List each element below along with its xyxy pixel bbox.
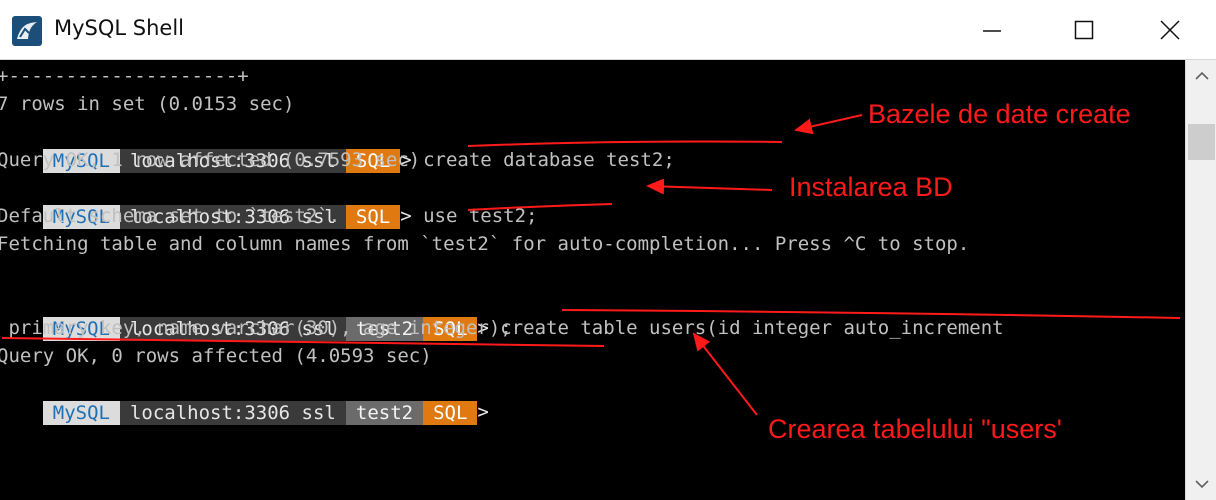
prompt-db-segment: test2 [345, 400, 424, 425]
console-line: Fetching table and column names from `te… [0, 233, 970, 255]
maximize-button[interactable] [1038, 0, 1130, 60]
command-text: create table users(id integer auto_incre… [488, 317, 1004, 339]
prompt-line: MySQL localhost:3306 ssl test2 SQL > create … [0, 286, 1004, 341]
console-line: Query OK, 0 rows affected (4.0593 sec) [0, 345, 432, 367]
prompt-arrow: > [477, 401, 489, 423]
console-line: +--------------------+ [0, 65, 249, 87]
mysql-shell-app-icon [12, 16, 42, 46]
command-text: create database test2; [411, 149, 675, 171]
close-icon [1160, 20, 1180, 40]
title-bar: MySQL Shell [0, 0, 1216, 60]
window-title: MySQL Shell [54, 16, 185, 40]
scroll-down-button[interactable] [1186, 468, 1216, 500]
command-text: use test2; [411, 205, 538, 227]
prompt-line: MySQL localhost:3306 ssl SQL > create datab… [0, 118, 675, 173]
annotation-table-created: Crearea tabelului "users' [768, 414, 1062, 444]
prompt-line: MySQL localhost:3306 ssl SQL > use test2; [0, 174, 538, 229]
annotation-db-created: Bazele de date create [868, 99, 1131, 129]
prompt-mysql-segment: MySQL [42, 400, 120, 425]
minimize-icon [983, 30, 1001, 32]
vertical-scrollbar[interactable] [1185, 60, 1216, 500]
maximize-icon [1074, 20, 1094, 40]
console-line: 7 rows in set (0.0153 sec) [0, 93, 295, 115]
prompt-sql-segment: SQL [345, 204, 401, 229]
prompt-line: MySQL localhost:3306 ssl test2 SQL > [0, 370, 489, 425]
scroll-thumb[interactable] [1188, 124, 1215, 160]
prompt-host-segment: localhost:3306 ssl [119, 400, 346, 425]
annotation-db-install: Instalarea BD [789, 172, 953, 202]
console-line: primary key, name varchar(30), age integ… [0, 317, 512, 339]
scroll-up-button[interactable] [1186, 60, 1216, 92]
chevron-down-icon [1194, 480, 1209, 489]
prompt-arrow: > [400, 205, 412, 227]
minimize-button[interactable] [946, 0, 1038, 60]
prompt-sql-segment: SQL [423, 400, 478, 425]
close-button[interactable] [1124, 0, 1216, 60]
console-line: Default schema set to `test2`. [0, 205, 341, 227]
console-line: Query OK, 1 row affected (0.7593 sec) [0, 149, 421, 171]
chevron-up-icon [1194, 71, 1209, 80]
